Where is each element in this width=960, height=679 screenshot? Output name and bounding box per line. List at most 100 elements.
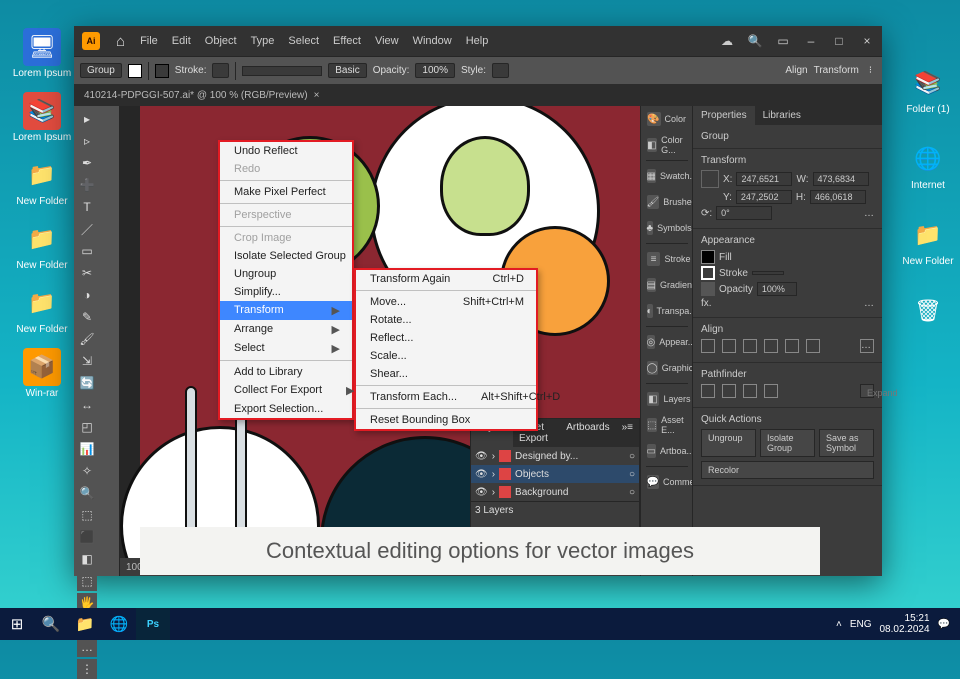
menu-view[interactable]: View <box>375 35 399 47</box>
desktop-icon-internet[interactable]: 🌐Internet <box>898 140 958 191</box>
tool-13[interactable]: ↔ <box>77 395 97 415</box>
taskbar-chrome[interactable]: 🌐 <box>102 608 136 640</box>
panel-menu-icon[interactable]: »≡ <box>616 419 639 447</box>
pathfinder-minus[interactable] <box>722 384 736 398</box>
menu-edit[interactable]: Edit <box>172 35 191 47</box>
panel-swatch-[interactable]: ▦Swatch... <box>643 163 691 189</box>
panel-appear-[interactable]: ◎Appear... <box>643 329 691 355</box>
tool-14[interactable]: ◰ <box>77 417 97 437</box>
panel-graphic-[interactable]: ◯Graphic... <box>643 355 691 381</box>
taskbar-explorer[interactable]: 📁 <box>68 608 102 640</box>
tool-9[interactable]: ✎ <box>77 307 97 327</box>
menu-type[interactable]: Type <box>251 35 275 47</box>
tray-language[interactable]: ENG <box>850 619 872 630</box>
maximize-button[interactable]: □ <box>830 34 848 48</box>
desktop-icon-new-folder[interactable]: 📁New Folder <box>12 284 72 335</box>
brush-basic[interactable]: Basic <box>328 63 366 78</box>
tool-2[interactable]: ✒ <box>77 153 97 173</box>
fill-swatch[interactable] <box>128 64 142 78</box>
panel-symbols[interactable]: ♣Symbols <box>643 215 691 241</box>
close-tab-icon[interactable]: × <box>314 90 320 101</box>
panel-layers[interactable]: ◧Layers <box>643 386 691 412</box>
rotate-value[interactable]: 0° <box>716 206 772 220</box>
align-left[interactable] <box>701 339 715 353</box>
start-button[interactable]: ⊞ <box>0 608 34 640</box>
tool-15[interactable]: 📊 <box>77 439 97 459</box>
tool-0[interactable]: ▸ <box>77 109 97 129</box>
save-symbol-button[interactable]: Save as Symbol <box>819 429 874 457</box>
align-vcenter[interactable] <box>785 339 799 353</box>
menuitem-select[interactable]: Select▶ <box>220 339 352 358</box>
visibility-icon[interactable]: 👁 <box>475 487 488 498</box>
menuitem-transform-each-[interactable]: Transform Each...Alt+Shift+Ctrl+D <box>356 388 536 406</box>
opacity-value-2[interactable]: 100% <box>757 282 797 296</box>
reference-point[interactable] <box>701 170 719 188</box>
panel-color-g-[interactable]: ◧Color G... <box>643 132 691 158</box>
tool-16[interactable]: ✧ <box>77 461 97 481</box>
tab-libraries[interactable]: Libraries <box>755 106 809 125</box>
desktop-icon-lorem-ipsum[interactable]: 🖥Lorem Ipsum <box>12 28 72 79</box>
align-hcenter[interactable] <box>722 339 736 353</box>
transform-button[interactable]: Transform <box>814 65 859 76</box>
desktop-icon-trash[interactable]: 🗑 <box>898 292 958 332</box>
layer-row[interactable]: 👁›Objects○ <box>471 465 639 483</box>
opacity-value[interactable]: 100% <box>415 63 455 78</box>
h-value[interactable]: 466,0618 <box>810 190 866 204</box>
y-value[interactable]: 247,2502 <box>736 190 792 204</box>
style-dropdown[interactable] <box>492 63 509 78</box>
tool-11[interactable]: ⇲ <box>77 351 97 371</box>
menu-select[interactable]: Select <box>288 35 319 47</box>
w-value[interactable]: 473,6834 <box>813 172 869 186</box>
tool-4[interactable]: T <box>77 197 97 217</box>
menuitem-undo-reflect[interactable]: Undo Reflect <box>220 142 352 160</box>
tab-properties[interactable]: Properties <box>693 106 755 125</box>
fill-swatch-2[interactable] <box>701 250 715 264</box>
more-icon[interactable]: ⁝ <box>869 65 872 76</box>
arrange-icon[interactable]: ▭ <box>774 34 792 48</box>
panel-transpa-[interactable]: ◐Transpa... <box>643 298 691 324</box>
tray-notifications[interactable]: 💬 <box>938 619 950 630</box>
menu-effect[interactable]: Effect <box>333 35 361 47</box>
layer-row[interactable]: 👁›Background○ <box>471 483 639 501</box>
menuitem-collect-for-export[interactable]: Collect For Export▶ <box>220 381 352 400</box>
tool-5[interactable]: ／ <box>77 219 97 239</box>
menuitem-rotate-[interactable]: Rotate... <box>356 311 536 329</box>
tool-6[interactable]: ▭ <box>77 241 97 261</box>
menuitem-arrange[interactable]: Arrange▶ <box>220 320 352 339</box>
align-top[interactable] <box>764 339 778 353</box>
desktop-icon-new-folder[interactable]: 📁New Folder <box>12 220 72 271</box>
align-bottom[interactable] <box>806 339 820 353</box>
visibility-icon[interactable]: 👁 <box>475 451 488 462</box>
more-options-icon-2[interactable]: … <box>864 298 874 309</box>
menuitem-move-[interactable]: Move...Shift+Ctrl+M <box>356 293 536 311</box>
brush-definition[interactable] <box>242 66 322 76</box>
menu-window[interactable]: Window <box>413 35 452 47</box>
panel-artboa-[interactable]: ▭Artboa... <box>643 438 691 464</box>
minimize-button[interactable]: – <box>802 34 820 48</box>
tray-chevron[interactable]: ˄ <box>836 619 842 630</box>
selection-type[interactable]: Group <box>80 63 122 78</box>
tool-21[interactable]: ⬚ <box>77 571 97 591</box>
panel-brushes[interactable]: 🖌Brushes <box>643 189 691 215</box>
taskbar-search[interactable]: 🔍 <box>34 608 68 640</box>
layer-row[interactable]: 👁›Designed by...○ <box>471 447 639 465</box>
document-tab[interactable]: 410214-PDPGGI-507.ai* @ 100 % (RGB/Previ… <box>84 90 308 101</box>
menuitem-reset-bounding-box[interactable]: Reset Bounding Box <box>356 411 536 429</box>
expand-button[interactable]: Expand <box>860 384 874 398</box>
recolor-button[interactable]: Recolor <box>701 461 874 479</box>
menuitem-transform-again[interactable]: Transform AgainCtrl+D <box>356 270 536 288</box>
tool-1[interactable]: ▹ <box>77 131 97 151</box>
stroke-weight-2[interactable] <box>752 271 784 275</box>
desktop-icon-lorem-ipsum[interactable]: 📚Lorem Ipsum <box>12 92 72 143</box>
home-icon[interactable]: ⌂ <box>116 33 125 50</box>
desktop-icon-new-folder[interactable]: 📁New Folder <box>898 216 958 267</box>
tool-3[interactable]: ➕ <box>77 175 97 195</box>
cloud-icon[interactable]: ☁ <box>718 34 736 48</box>
ungroup-button[interactable]: Ungroup <box>701 429 756 457</box>
tool-17[interactable]: 🔍 <box>77 483 97 503</box>
menuitem-shear-[interactable]: Shear... <box>356 365 536 383</box>
menuitem-ungroup[interactable]: Ungroup <box>220 265 352 283</box>
menuitem-scale-[interactable]: Scale... <box>356 347 536 365</box>
menuitem-simplify-[interactable]: Simplify... <box>220 283 352 301</box>
menu-object[interactable]: Object <box>205 35 237 47</box>
